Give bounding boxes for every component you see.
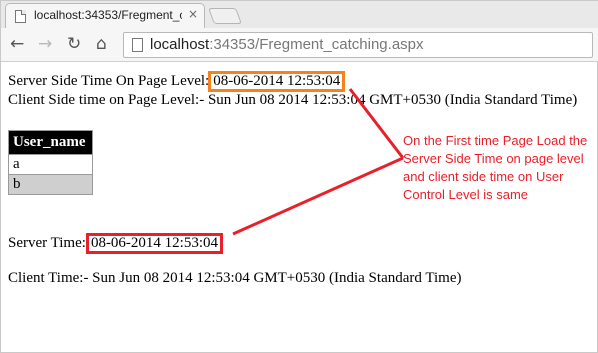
page-content: Server Side Time On Page Level: 08-06-201… [1, 63, 598, 353]
control-server-time-label: Server Time: [8, 235, 86, 251]
tab-strip: localhost:34353/Fregment_catching.aspx × [1, 1, 598, 28]
server-time-value-highlight: 08-06-2014 12:53:04 [208, 71, 346, 92]
browser-tab[interactable]: localhost:34353/Fregment_catching.aspx × [5, 3, 205, 28]
url-path: :34353/Fregment_catching.aspx [209, 36, 424, 53]
reload-icon[interactable]: ↻ [67, 34, 81, 54]
tab-close-icon[interactable]: × [188, 7, 198, 21]
server-time-label: Server Side Time On Page Level: [8, 73, 210, 89]
server-time-control-level: Server Time: 08-06-2014 12:53:04 [8, 233, 224, 254]
browser-toolbar: ← → ↻ ⌂ localhost:34353/Fregment_catchin… [1, 28, 598, 62]
page-favicon-icon [15, 10, 26, 23]
new-tab-button[interactable] [208, 8, 242, 24]
address-bar[interactable]: localhost:34353/Fregment_catching.aspx [123, 32, 593, 58]
server-time-page-level: Server Side Time On Page Level: 08-06-201… [8, 71, 346, 92]
client-time-page-level: Client Side time on Page Level:- Sun Jun… [8, 92, 578, 108]
table-row: b [8, 174, 93, 195]
back-arrow-icon[interactable]: ← [10, 34, 24, 54]
grid-header-user-name: User_name [8, 130, 93, 155]
annotation-note: On the First time Page Load the Server S… [403, 133, 588, 202]
forward-arrow-icon[interactable]: → [38, 34, 52, 54]
grid-cell: b [8, 174, 93, 195]
page-document-icon [132, 38, 143, 52]
table-row: a [8, 154, 93, 175]
client-time-control-level: Client Time:- Sun Jun 08 2014 12:53:04 G… [8, 270, 462, 286]
url-host: localhost [150, 36, 210, 53]
address-url: localhost:34353/Fregment_catching.aspx [150, 36, 424, 53]
grid-cell: a [8, 154, 93, 175]
browser-window: localhost:34353/Fregment_catching.aspx ×… [0, 0, 598, 353]
control-server-time-value-highlight: 08-06-2014 12:53:04 [85, 233, 224, 254]
user-grid: User_name a b [8, 130, 93, 195]
home-icon[interactable]: ⌂ [96, 34, 107, 54]
tab-title: localhost:34353/Fregment_catching.aspx [34, 8, 182, 22]
